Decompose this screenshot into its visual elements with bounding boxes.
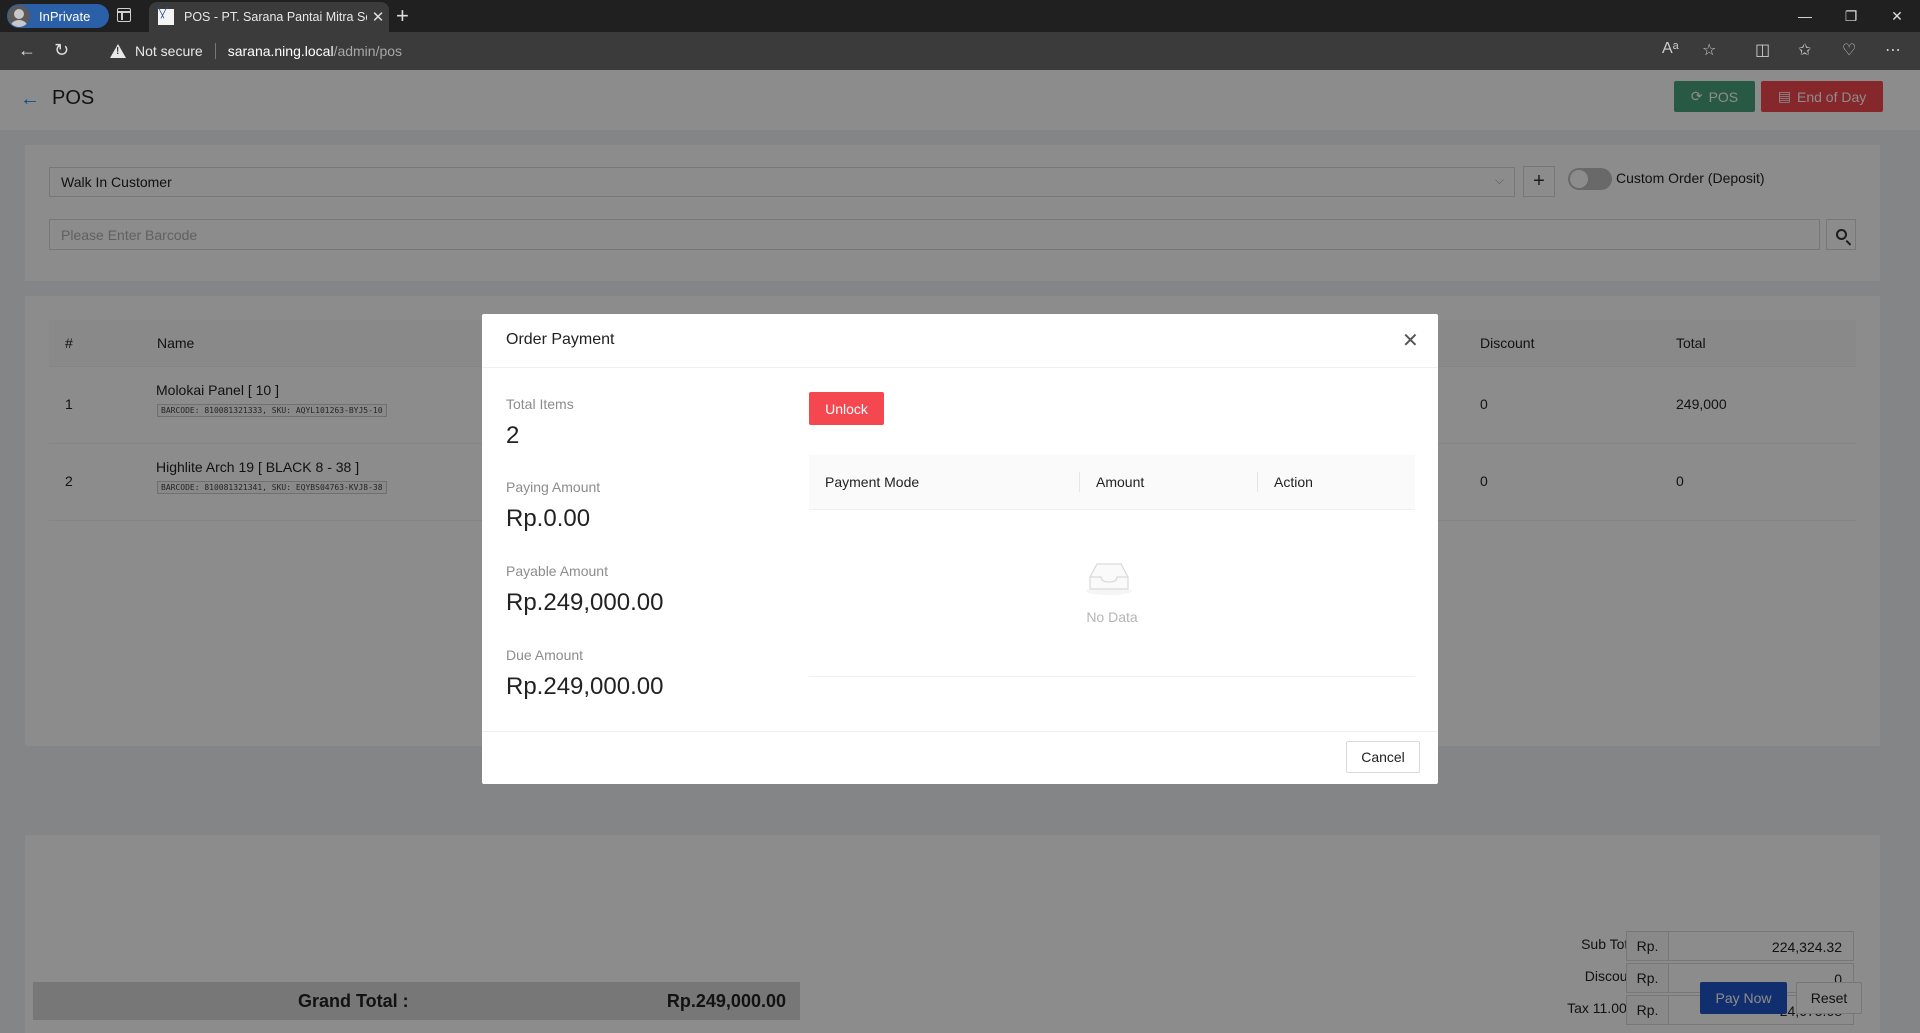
col-amount: Amount xyxy=(1096,474,1145,490)
security-label: Not secure xyxy=(135,43,203,59)
col-payment-mode: Payment Mode xyxy=(825,474,920,490)
new-tab-icon[interactable]: + xyxy=(396,3,409,29)
tab-close-icon[interactable]: ✕ xyxy=(367,8,389,26)
browser-tab-bar: InPrivate POS - PT. Sarana Pantai Mitra … xyxy=(0,0,1920,32)
close-icon[interactable]: ✕ xyxy=(1402,328,1419,353)
order-payment-modal: Order Payment ✕ Total Items 2 Paying Amo… xyxy=(482,314,1438,784)
modal-header: Order Payment ✕ xyxy=(482,314,1438,368)
star-icon[interactable]: ☆ xyxy=(1702,40,1716,60)
paying-amount-value: Rp.0.00 xyxy=(506,505,591,532)
inprivate-badge[interactable]: InPrivate xyxy=(7,4,109,28)
extensions-icon[interactable]: ♡ xyxy=(1842,40,1856,60)
minimize-icon[interactable]: — xyxy=(1782,0,1828,32)
url-path: /admin/pos xyxy=(333,43,403,59)
due-amount-label: Due Amount xyxy=(506,647,584,663)
empty-state-text: No Data xyxy=(1086,609,1138,625)
total-items-label: Total Items xyxy=(506,396,574,412)
tab-actions-icon[interactable] xyxy=(117,8,131,22)
payable-amount-label: Payable Amount xyxy=(506,563,608,579)
site-favicon-icon xyxy=(158,8,174,25)
read-aloud-icon[interactable]: Aᵃ xyxy=(1662,40,1679,58)
col-action: Action xyxy=(1274,474,1313,490)
url-host: sarana.ning.local xyxy=(227,43,334,59)
window-close-icon[interactable]: ✕ xyxy=(1874,0,1920,32)
more-icon[interactable]: ⋯ xyxy=(1885,40,1901,60)
split-screen-icon[interactable]: ◫ xyxy=(1755,40,1770,60)
url-separator xyxy=(214,43,216,59)
unlock-button[interactable]: Unlock xyxy=(809,392,884,425)
window-controls: — ❐ ✕ xyxy=(1782,0,1920,32)
column-divider xyxy=(1257,472,1258,492)
browser-refresh-icon[interactable]: ↻ xyxy=(54,40,69,61)
modal-footer: Cancel xyxy=(482,731,1438,784)
restore-icon[interactable]: ❐ xyxy=(1828,0,1874,32)
warning-icon xyxy=(110,44,126,58)
browser-tab-active[interactable]: POS - PT. Sarana Pantai Mitra Se ✕ xyxy=(149,2,389,32)
payment-table-bottom xyxy=(809,676,1415,677)
profile-avatar-icon xyxy=(8,5,30,27)
url-field[interactable]: Not secure sarana.ning.local/admin/pos xyxy=(110,36,402,66)
cancel-button[interactable]: Cancel xyxy=(1346,741,1420,773)
empty-inbox-icon xyxy=(1086,563,1132,595)
total-items-value: 2 xyxy=(506,422,520,449)
browser-back-icon[interactable]: ← xyxy=(18,40,36,61)
browser-address-bar: ← ↻ Not secure sarana.ning.local/admin/p… xyxy=(0,32,1920,70)
modal-title: Order Payment xyxy=(506,331,615,348)
payable-amount-value: Rp.249,000.00 xyxy=(506,589,664,616)
tab-title: POS - PT. Sarana Pantai Mitra Se xyxy=(184,10,367,24)
favorites-icon[interactable]: ✩ xyxy=(1798,40,1811,60)
due-amount-value: Rp.249,000.00 xyxy=(506,673,664,700)
inprivate-label: InPrivate xyxy=(39,8,91,24)
paying-amount-label: Paying Amount xyxy=(506,479,601,495)
payment-table-header: Payment Mode Amount Action xyxy=(809,455,1415,510)
column-divider xyxy=(1079,472,1080,492)
